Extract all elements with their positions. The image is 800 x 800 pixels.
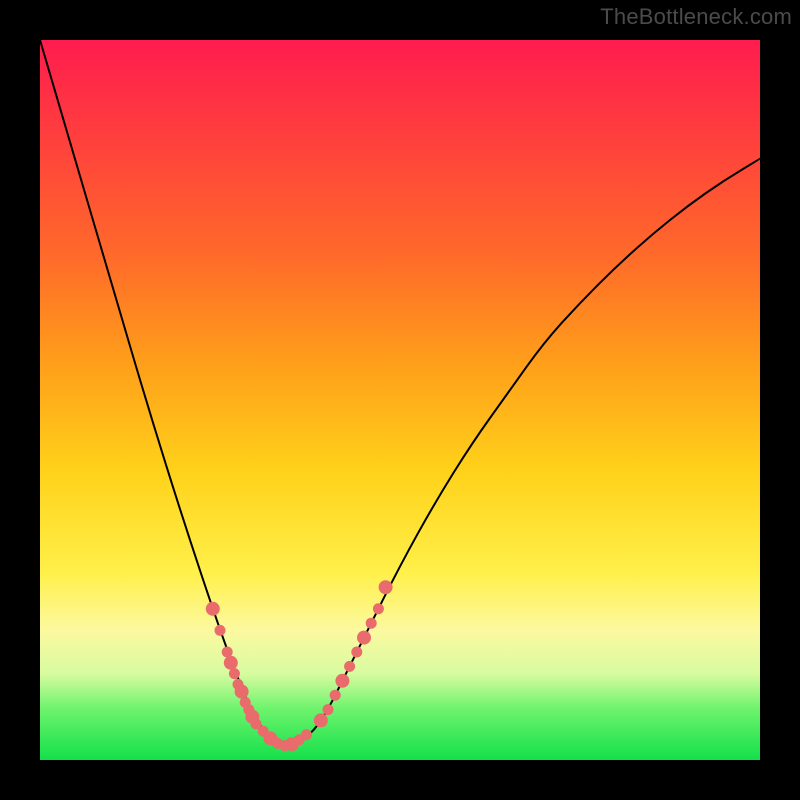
data-marker bbox=[323, 704, 334, 715]
data-marker bbox=[301, 729, 312, 740]
data-marker bbox=[206, 602, 220, 616]
watermark-text: TheBottleneck.com bbox=[600, 4, 792, 30]
marker-group bbox=[206, 580, 393, 751]
data-marker bbox=[366, 618, 377, 629]
data-marker bbox=[224, 656, 238, 670]
data-marker bbox=[357, 631, 371, 645]
chart-canvas: TheBottleneck.com bbox=[0, 0, 800, 800]
data-marker bbox=[344, 661, 355, 672]
data-marker bbox=[314, 713, 328, 727]
data-marker bbox=[351, 647, 362, 658]
bottleneck-curve bbox=[40, 40, 760, 744]
curve-svg bbox=[40, 40, 760, 760]
data-marker bbox=[379, 580, 393, 594]
plot-area bbox=[40, 40, 760, 760]
data-marker bbox=[215, 625, 226, 636]
data-marker bbox=[235, 685, 249, 699]
data-marker bbox=[229, 668, 240, 679]
data-marker bbox=[373, 603, 384, 614]
data-marker bbox=[335, 674, 349, 688]
data-marker bbox=[330, 690, 341, 701]
